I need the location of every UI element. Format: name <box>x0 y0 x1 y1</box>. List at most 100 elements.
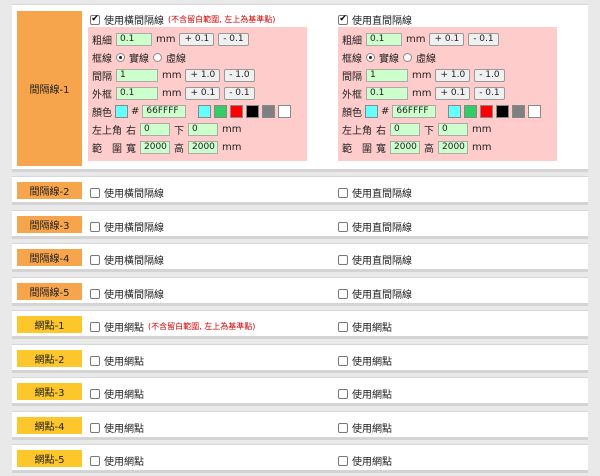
right-checkbox[interactable] <box>338 422 348 433</box>
row-label-text: 間隔線-3 <box>29 221 70 232</box>
right-option[interactable]: 使用直間隔線 <box>338 286 412 301</box>
left-checkbox[interactable] <box>90 388 100 399</box>
right-option[interactable]: 使用網點 <box>338 353 392 368</box>
row-label: 網點-1 <box>17 316 82 333</box>
v-outer-minus-button[interactable]: - 0.1 <box>474 86 505 100</box>
left-option[interactable]: 使用橫間隔線 <box>90 219 164 234</box>
row-label: 網點-5 <box>17 450 82 467</box>
v-thickness-plus-button[interactable]: + 0.1 <box>429 32 465 46</box>
frame-style-row: 框線 實線 虛線 <box>92 52 186 65</box>
dashed-radio[interactable] <box>153 52 162 62</box>
v-swatch-cyan[interactable] <box>448 104 462 118</box>
range-height-input[interactable]: 2000 <box>188 140 218 154</box>
row-label-text: 間隔線-5 <box>29 288 70 299</box>
right-option-label: 使用網點 <box>352 457 392 468</box>
right-option[interactable]: 使用網點 <box>338 319 392 334</box>
vertical-line-option[interactable]: ✔ 使用直間隔線 <box>338 12 412 27</box>
left-checkbox[interactable] <box>90 321 100 332</box>
left-option[interactable]: 使用橫間隔線 <box>90 185 164 200</box>
spacing-plus-button[interactable]: + 1.0 <box>185 68 221 82</box>
v-offset-right-input[interactable]: 0 <box>390 122 420 136</box>
left-checkbox[interactable] <box>90 422 100 433</box>
right-checkbox[interactable] <box>338 455 348 466</box>
collapsed-row: 間隔線-5 使用橫間隔線 使用直間隔線 <box>12 277 588 306</box>
swatch-cyan[interactable] <box>198 104 212 118</box>
v-offset-down-input[interactable]: 0 <box>438 122 468 136</box>
v-solid-radio[interactable] <box>366 52 375 62</box>
v-spacing-minus-button[interactable]: - 1.0 <box>474 68 505 82</box>
left-option[interactable]: 使用橫間隔線 <box>90 252 164 267</box>
left-checkbox[interactable] <box>90 187 100 198</box>
left-option[interactable]: 使用橫間隔線 <box>90 286 164 301</box>
left-option[interactable]: 使用網點 <box>90 453 144 468</box>
right-option[interactable]: 使用直間隔線 <box>338 219 412 234</box>
v-outer-plus-button[interactable]: + 0.1 <box>435 86 471 100</box>
v-swatch-red[interactable] <box>480 104 494 118</box>
v-outer-frame-input[interactable]: 0.1 <box>366 86 408 100</box>
left-checkbox[interactable] <box>90 288 100 299</box>
v-thickness-input[interactable]: 0.1 <box>366 32 402 46</box>
swatch-white[interactable] <box>278 104 292 118</box>
left-option[interactable]: 使用網點 <box>90 386 144 401</box>
left-option[interactable]: 使用網點 <box>90 420 144 435</box>
collapsed-row: 網點-5 使用網點 使用網點 <box>12 444 588 473</box>
row-label-text: 網點-1 <box>34 321 65 332</box>
right-option[interactable]: 使用網點 <box>338 386 392 401</box>
swatch-green[interactable] <box>214 104 228 118</box>
swatch-gray[interactable] <box>262 104 276 118</box>
right-checkbox[interactable] <box>338 388 348 399</box>
right-checkbox[interactable] <box>338 221 348 232</box>
vertical-line-checkbox[interactable]: ✔ <box>338 14 348 25</box>
top-left-row: 左上角 右 0 下 0 mm <box>92 122 242 137</box>
v-color-input[interactable]: 66FFFF <box>392 104 437 118</box>
left-option[interactable]: 使用網點 (不含留白範圍, 左上為基準點) <box>90 319 255 334</box>
left-checkbox[interactable] <box>90 254 100 265</box>
outer-minus-button[interactable]: - 0.1 <box>224 86 255 100</box>
left-checkbox[interactable] <box>90 455 100 466</box>
offset-down-input[interactable]: 0 <box>188 122 218 136</box>
offset-right-input[interactable]: 0 <box>140 122 170 136</box>
spacing-minus-button[interactable]: - 1.0 <box>224 68 255 82</box>
v-thickness-minus-button[interactable]: - 0.1 <box>468 32 499 46</box>
vertical-line-settings-panel: 粗細 0.1 mm + 0.1 - 0.1 框線 實線 虛線 間隔 1 mm +… <box>338 27 557 161</box>
range-width-input[interactable]: 2000 <box>140 140 170 154</box>
right-option[interactable]: 使用網點 <box>338 453 392 468</box>
right-checkbox[interactable] <box>338 355 348 366</box>
v-swatch-white[interactable] <box>528 104 542 118</box>
v-swatch-black[interactable] <box>496 104 510 118</box>
right-option[interactable]: 使用網點 <box>338 420 392 435</box>
solid-radio[interactable] <box>116 52 125 62</box>
color-input[interactable]: 66FFFF <box>142 104 187 118</box>
outer-frame-input[interactable]: 0.1 <box>116 86 158 100</box>
left-option-label: 使用橫間隔線 <box>104 256 164 267</box>
v-range-height-input[interactable]: 2000 <box>438 140 468 154</box>
swatch-black[interactable] <box>246 104 260 118</box>
left-option[interactable]: 使用網點 <box>90 353 144 368</box>
v-dashed-radio[interactable] <box>403 52 412 62</box>
thickness-input[interactable]: 0.1 <box>116 32 152 46</box>
outer-plus-button[interactable]: + 0.1 <box>185 86 221 100</box>
v-range-width-input[interactable]: 2000 <box>390 140 420 154</box>
left-checkbox[interactable] <box>90 221 100 232</box>
v-swatch-green[interactable] <box>464 104 478 118</box>
v-spacing-plus-button[interactable]: + 1.0 <box>435 68 471 82</box>
v-swatch-gray[interactable] <box>512 104 526 118</box>
thickness-minus-button[interactable]: - 0.1 <box>218 32 249 46</box>
collapsed-row: 網點-2 使用網點 使用網點 <box>12 344 588 373</box>
horizontal-line-checkbox[interactable]: ✔ <box>90 14 100 25</box>
right-checkbox[interactable] <box>338 254 348 265</box>
right-option[interactable]: 使用直間隔線 <box>338 185 412 200</box>
spacing-input[interactable]: 1 <box>116 68 158 82</box>
right-checkbox[interactable] <box>338 321 348 332</box>
spacing-row: 間隔 1 mm + 1.0 - 1.0 <box>92 66 303 84</box>
right-option[interactable]: 使用直間隔線 <box>338 252 412 267</box>
left-checkbox[interactable] <box>90 355 100 366</box>
right-checkbox[interactable] <box>338 187 348 198</box>
right-checkbox[interactable] <box>338 288 348 299</box>
right-option-label: 使用網點 <box>352 323 392 334</box>
thickness-plus-button[interactable]: + 0.1 <box>179 32 215 46</box>
v-spacing-input[interactable]: 1 <box>366 68 408 82</box>
horizontal-line-option[interactable]: ✔ 使用橫間隔線 (不含留白範圍, 左上為基準點) <box>90 12 275 27</box>
swatch-red[interactable] <box>230 104 244 118</box>
v-range-row: 範 圍 寬 2000 高 2000 mm <box>342 140 492 155</box>
